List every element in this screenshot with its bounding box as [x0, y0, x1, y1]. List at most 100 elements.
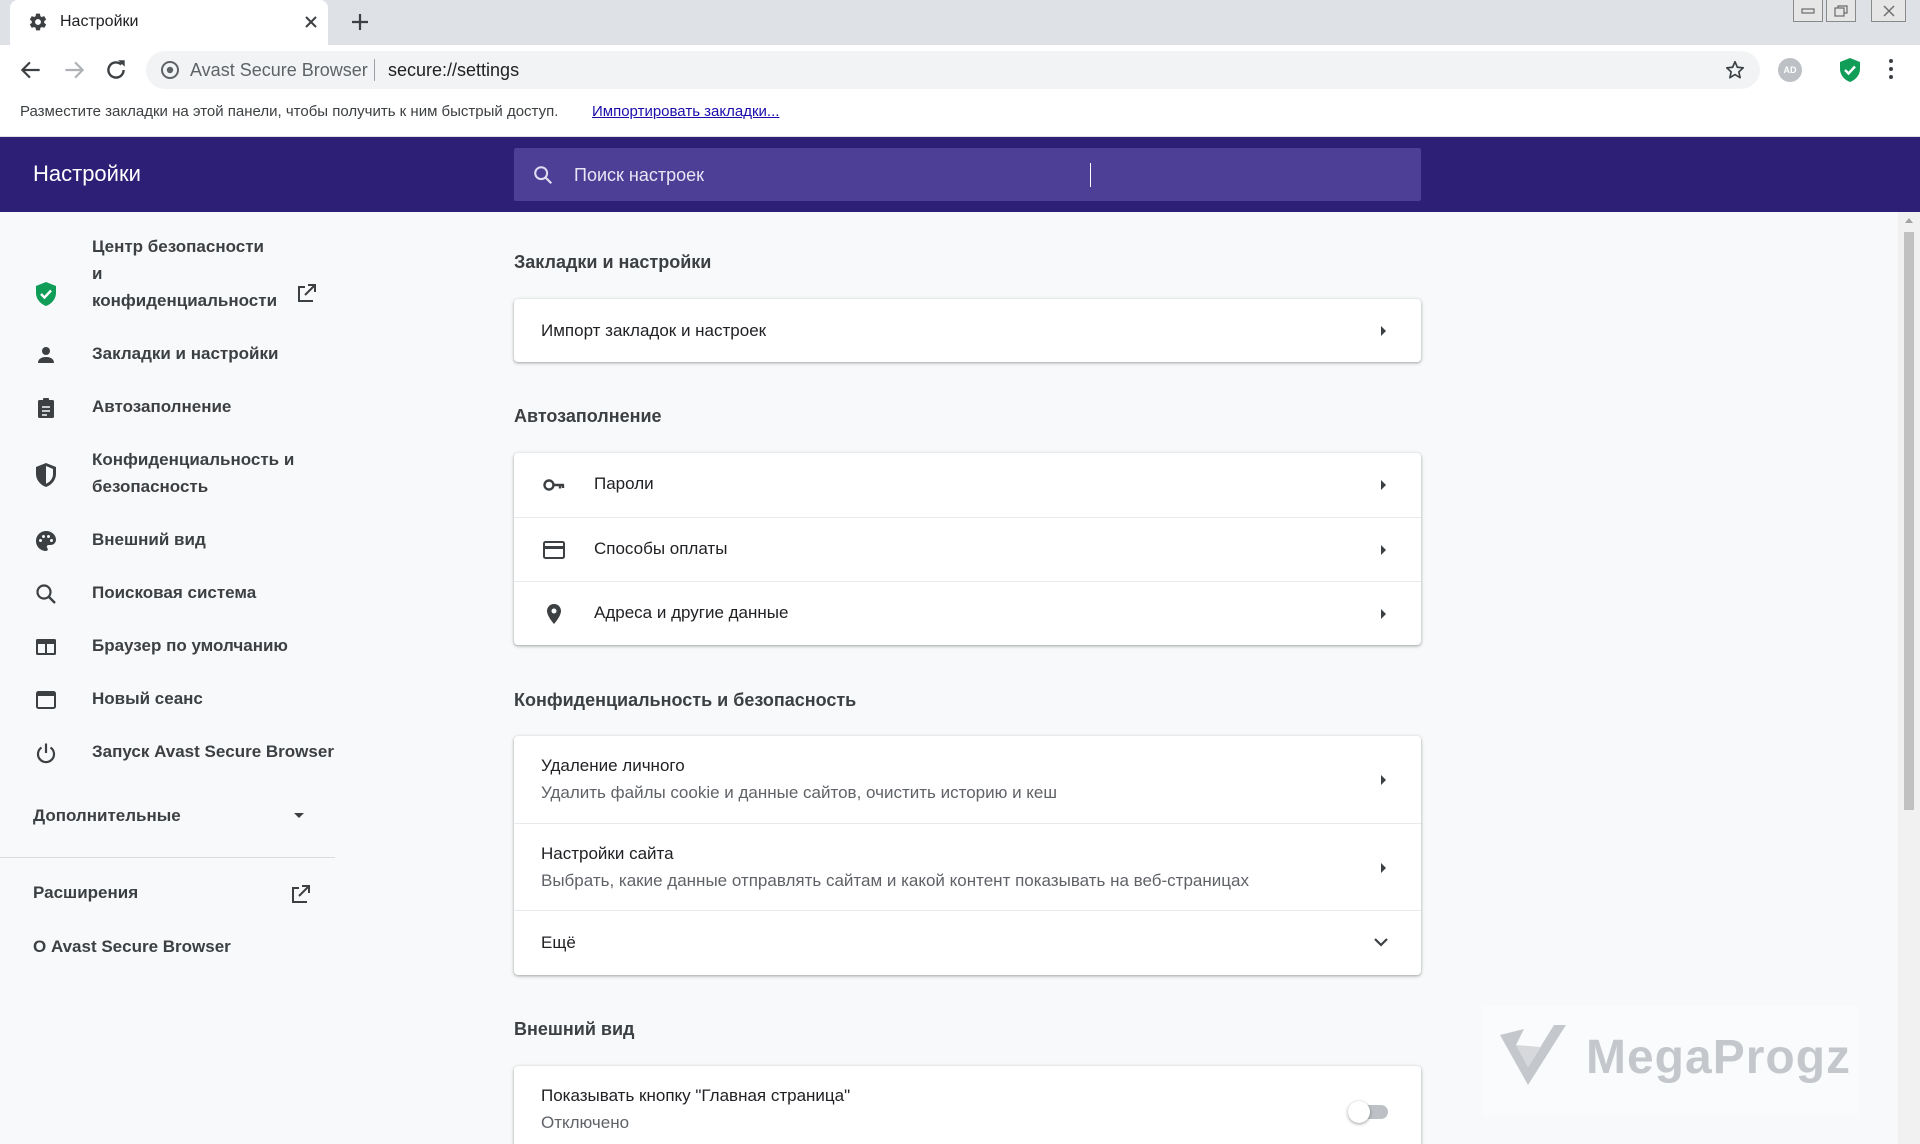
sidebar-item-security-center[interactable]: Центр безопасности и конфиденциальности — [0, 233, 340, 315]
address-bar[interactable]: Avast Secure Browser secure://settings — [146, 51, 1760, 89]
secure-site-icon[interactable] — [160, 60, 180, 80]
home-button-toggle[interactable] — [1348, 1100, 1392, 1123]
row-passwords[interactable]: Пароли — [514, 453, 1421, 517]
row-show-home-button[interactable]: Показывать кнопку "Главная страница" Отк… — [514, 1066, 1421, 1144]
watermark-text: MegaProgz — [1586, 1031, 1852, 1084]
browser-window-icon — [34, 635, 58, 659]
sidebar-item-default-browser[interactable]: Браузер по умолчанию — [0, 632, 340, 662]
row-sublabel: Удалить файлы cookie и данные сайтов, оч… — [541, 783, 1058, 802]
sidebar-item-about[interactable]: О Avast Secure Browser — [33, 937, 231, 957]
chevron-right-icon — [1378, 543, 1388, 557]
power-icon — [34, 741, 58, 765]
key-icon — [542, 473, 566, 497]
section-title-privacy: Конфиденциальность и безопасность — [514, 690, 857, 710]
search-icon — [532, 164, 554, 186]
row-label: Импорт закладок и настроек — [541, 321, 767, 340]
page-scrollbar[interactable] — [1898, 212, 1920, 1144]
page-title: Настройки — [33, 161, 141, 186]
row-sublabel: Отключено — [541, 1113, 630, 1132]
sidebar-divider — [0, 857, 335, 858]
row-import-bookmarks[interactable]: Импорт закладок и настроек — [514, 299, 1421, 362]
settings-sidebar: Центр безопасности и конфиденциальности … — [0, 212, 340, 1144]
url-text[interactable]: secure://settings — [388, 60, 519, 81]
watermark-logo — [1496, 1021, 1570, 1095]
search-icon — [34, 582, 58, 606]
minimize-button[interactable] — [1793, 0, 1823, 22]
chevron-right-icon — [1378, 478, 1388, 492]
scrollbar-thumb[interactable] — [1904, 232, 1914, 810]
chevron-right-icon — [1378, 324, 1388, 338]
section-title-appearance: Внешний вид — [514, 1019, 635, 1039]
clipboard-icon — [34, 396, 58, 420]
row-clear-browsing-data[interactable]: Удаление личного Удалить файлы cookie и … — [514, 736, 1421, 823]
bookmarks-hint: Разместите закладки на этой панели, чтоб… — [20, 103, 559, 120]
chevron-right-icon — [1378, 773, 1388, 787]
row-label: Способы оплаты — [594, 539, 728, 558]
sidebar-item-label: Конфиденциальность и безопасность — [92, 450, 295, 496]
profile-avatar[interactable]: AD — [1778, 58, 1802, 82]
row-addresses[interactable]: Адреса и другие данные — [514, 581, 1421, 645]
row-label: Адреса и другие данные — [594, 603, 789, 622]
scroll-up-arrow-icon[interactable] — [1904, 216, 1914, 224]
restore-button[interactable] — [1826, 0, 1856, 22]
section-title-autofill: Автозаполнение — [514, 406, 662, 426]
bookmark-star-icon[interactable] — [1724, 59, 1746, 81]
gear-icon — [28, 12, 48, 32]
external-link-icon[interactable] — [288, 883, 312, 907]
toggle-knob — [1348, 1101, 1370, 1123]
site-name: Avast Secure Browser — [190, 60, 368, 80]
chevron-down-icon[interactable] — [292, 811, 306, 821]
sidebar-item-extensions[interactable]: Расширения — [33, 883, 138, 903]
reload-icon[interactable] — [103, 57, 129, 83]
row-more-privacy[interactable]: Ещё — [514, 910, 1421, 975]
new-tab-icon[interactable] — [348, 10, 372, 34]
close-tab-icon[interactable] — [302, 13, 320, 31]
sidebar-item-startup[interactable]: Запуск Avast Secure Browser — [0, 738, 340, 768]
sidebar-item-label: Внешний вид — [92, 530, 206, 549]
forward-arrow-icon[interactable] — [61, 57, 87, 83]
row-sublabel: Выбрать, какие данные отправлять сайтам … — [541, 871, 1249, 890]
close-window-button[interactable] — [1871, 0, 1906, 22]
back-arrow-icon[interactable] — [18, 57, 44, 83]
tab-settings[interactable]: Настройки — [10, 0, 328, 45]
row-label: Пароли — [594, 474, 654, 493]
omnibox-divider — [374, 59, 375, 81]
advanced-settings-toggle[interactable]: Дополнительные — [33, 806, 181, 826]
sidebar-item-label: Браузер по умолчанию — [92, 636, 288, 655]
card-privacy: Удаление личного Удалить файлы cookie и … — [514, 736, 1421, 975]
import-bookmarks-link[interactable]: Импортировать закладки... — [592, 103, 779, 120]
card-bookmarks: Импорт закладок и настроек — [514, 299, 1421, 362]
sidebar-item-appearance[interactable]: Внешний вид — [0, 526, 340, 556]
sidebar-item-bookmarks-settings[interactable]: Закладки и настройки — [0, 340, 340, 370]
card-appearance: Показывать кнопку "Главная страница" Отк… — [514, 1066, 1421, 1144]
card-autofill: Пароли Способы оплаты Адреса и другие да… — [514, 453, 1421, 645]
new-window-icon — [34, 688, 58, 712]
row-site-settings[interactable]: Настройки сайта Выбрать, какие данные от… — [514, 823, 1421, 910]
watermark: MegaProgz — [1482, 1006, 1858, 1116]
sidebar-item-new-session[interactable]: Новый сеанс — [0, 685, 340, 715]
row-label: Удаление личного — [541, 756, 685, 775]
avast-shield-icon[interactable] — [1838, 57, 1862, 83]
sidebar-item-label: Автозаполнение — [92, 397, 232, 416]
row-label: Ещё — [541, 933, 576, 952]
tab-title: Настройки — [60, 13, 139, 30]
settings-header: Настройки — [0, 137, 1920, 212]
settings-search[interactable] — [514, 148, 1421, 201]
chevron-right-icon — [1378, 861, 1388, 875]
section-title-bookmarks: Закладки и настройки — [514, 252, 712, 272]
sidebar-item-search-engine[interactable]: Поисковая система — [0, 579, 340, 609]
row-payment-methods[interactable]: Способы оплаты — [514, 517, 1421, 581]
row-label: Настройки сайта — [541, 844, 674, 863]
sidebar-item-label: Закладки и настройки — [92, 344, 279, 363]
sidebar-item-autofill[interactable]: Автозаполнение — [0, 393, 340, 423]
browser-toolbar: Avast Secure Browser secure://settings A… — [0, 45, 1920, 95]
menu-dots-icon[interactable] — [1888, 58, 1894, 80]
search-input[interactable] — [574, 162, 1374, 188]
chevron-down-icon — [1373, 936, 1389, 948]
sidebar-item-privacy[interactable]: Конфиденциальность и безопасность — [0, 446, 340, 502]
sidebar-item-label: Новый сеанс — [92, 689, 203, 708]
shield-check-icon — [34, 281, 58, 307]
sidebar-item-label: Запуск Avast Secure Browser — [92, 742, 334, 761]
sidebar-item-label: Центр безопасности и конфиденциальности — [92, 237, 278, 310]
tab-strip: Настройки — [0, 0, 1920, 45]
